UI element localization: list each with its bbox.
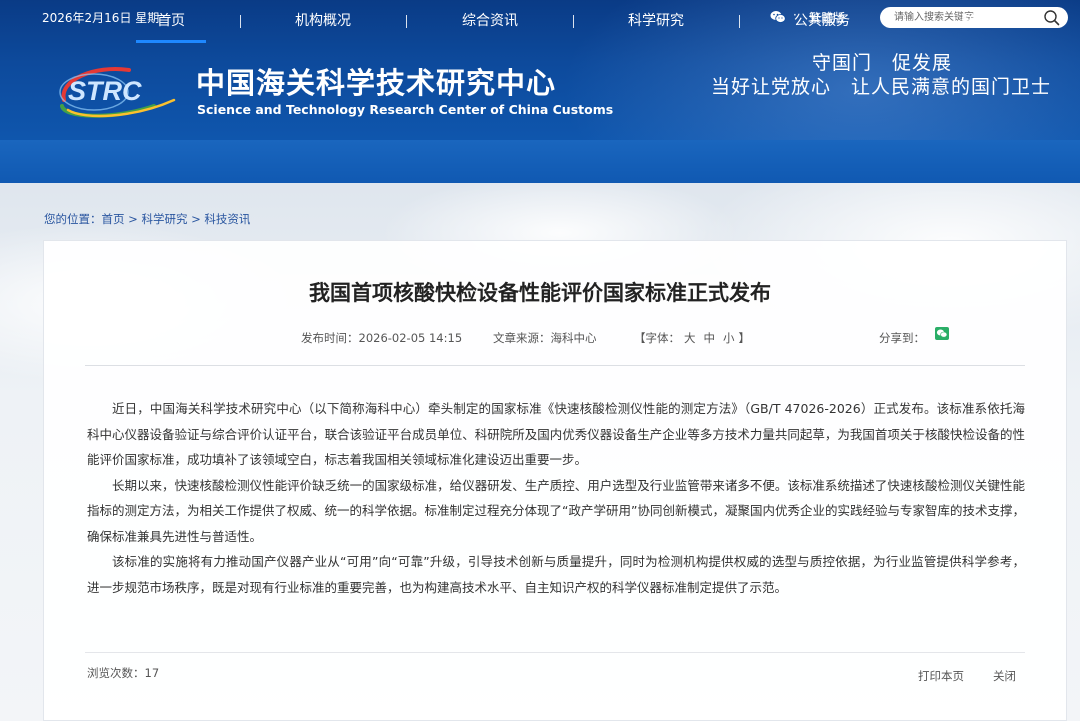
article-content: 近日，中国海关科学技术研究中心（以下简称海科中心）牵头制定的国家标准《快速核酸检… <box>87 396 1025 600</box>
article-paragraph: 近日，中国海关科学技术研究中心（以下简称海科中心）牵头制定的国家标准《快速核酸检… <box>87 401 1025 467</box>
logo-text: STRC <box>68 76 142 106</box>
main-nav <box>0 140 1080 183</box>
nav-separator <box>905 15 906 28</box>
publish-time: 发布时间：2026-02-05 14:15 <box>301 330 462 346</box>
article-source: 文章来源：海科中心 <box>493 330 597 346</box>
publish-time-label: 发布时间： <box>301 331 359 345</box>
nav-item-contact[interactable]: 联系我们 <box>949 0 1029 43</box>
nav-item-services[interactable]: 公共服务 <box>782 0 862 43</box>
font-size-end: 】 <box>738 331 751 345</box>
site-name-cn: 中国海关科学技术研究中心 <box>196 66 557 100</box>
view-count-label: 浏览次数： <box>87 666 145 680</box>
site-name-en: Science and Technology Research Center o… <box>197 102 614 117</box>
article-paragraph: 长期以来，快速核酸检测仪性能评价缺乏统一的国家级标准，给仪器研发、生产质控、用户… <box>87 477 1025 544</box>
article-title: 我国首项核酸快检设备性能评价国家标准正式发布 <box>309 281 771 305</box>
slogan-line-2: 当好让党放心 让人民满意的国门卫士 <box>711 76 1052 98</box>
nav-item-research[interactable]: 科学研究 <box>616 0 696 43</box>
nav-separator <box>406 15 407 28</box>
article-source-value: 海科中心 <box>550 331 597 345</box>
font-size-medium[interactable]: 中 <box>704 331 716 345</box>
breadcrumb-research[interactable]: 科学研究 <box>141 212 187 226</box>
nav-item-home[interactable]: 首页 <box>136 0 206 43</box>
article-footer-divider <box>85 652 1025 653</box>
breadcrumb: 您的位置：首页 > 科学研究 > 科技资讯 <box>44 211 250 227</box>
nav-separator <box>573 15 574 28</box>
nav-separator <box>739 15 740 28</box>
print-page-link[interactable]: 打印本页 <box>918 668 964 684</box>
breadcrumb-sep: > <box>124 212 142 226</box>
view-count-value: 17 <box>144 666 160 680</box>
view-count: 浏览次数：17 <box>87 665 159 681</box>
article-paragraph: 该标准的实施将有力推动国产仪器产业从“可用”向“可靠”升级，引导技术创新与质量提… <box>87 554 1025 595</box>
font-size-control: 【字体： 大中小】 <box>634 330 750 346</box>
share-label: 分享到： <box>879 331 925 345</box>
close-page-link[interactable]: 关闭 <box>993 668 1016 684</box>
breadcrumb-prefix: 您的位置： <box>44 212 102 226</box>
slogan-line-1: 守国门 促发展 <box>812 52 953 74</box>
breadcrumb-tech-news[interactable]: 科技资讯 <box>204 212 250 226</box>
nav-item-news[interactable]: 综合资讯 <box>450 0 530 43</box>
strc-logo[interactable]: STRC <box>54 60 186 120</box>
article-header-divider <box>85 365 1025 366</box>
nav-separator <box>240 15 241 28</box>
article-source-label: 文章来源： <box>493 331 551 345</box>
font-size-large[interactable]: 大 <box>684 331 696 345</box>
nav-item-about[interactable]: 机构概况 <box>283 0 363 43</box>
font-size-label: 【字体： <box>634 331 680 345</box>
search-icon[interactable] <box>1043 9 1060 26</box>
wechat-share-icon[interactable] <box>935 327 949 340</box>
publish-time-value: 2026-02-05 14:15 <box>358 331 463 345</box>
font-size-small[interactable]: 小 <box>723 331 735 345</box>
breadcrumb-sep: > <box>187 212 205 226</box>
breadcrumb-home[interactable]: 首页 <box>102 212 125 226</box>
